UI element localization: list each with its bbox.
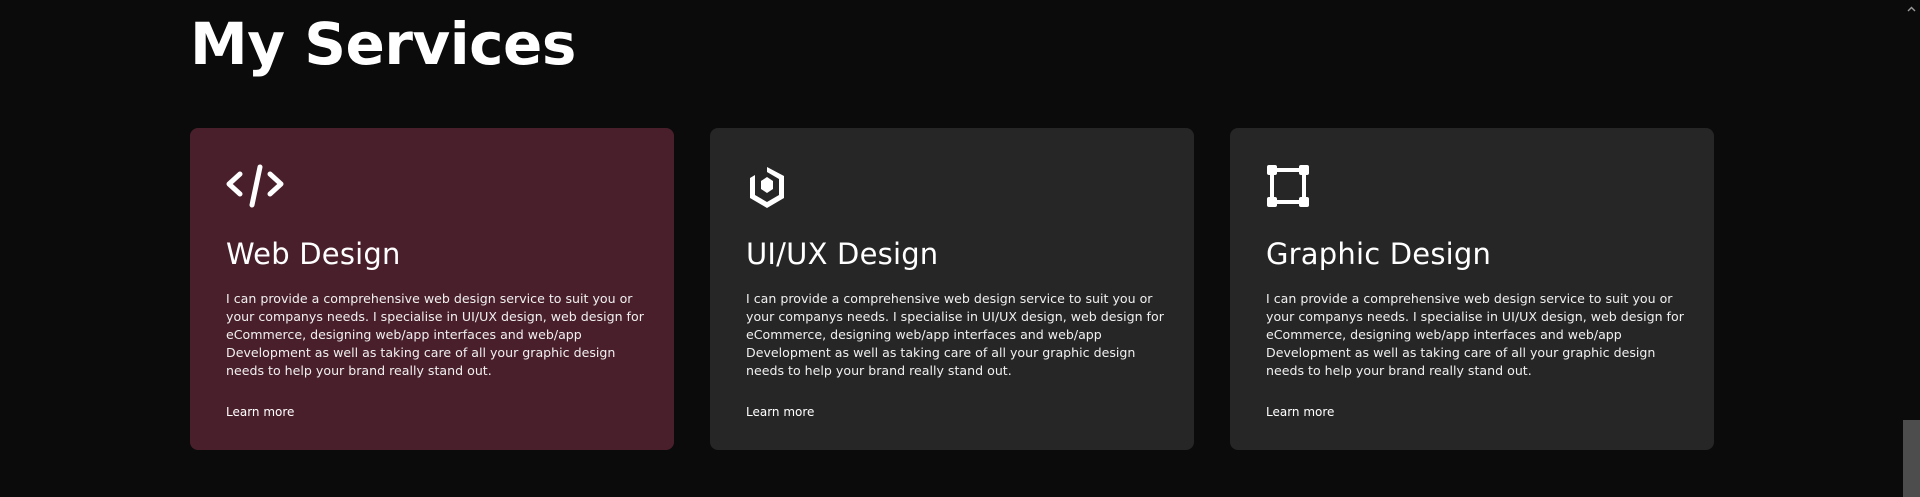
card-description: I can provide a comprehensive web design… [226, 291, 644, 378]
services-cards: Web Design I can provide a comprehensive… [190, 128, 1714, 450]
service-card-web-design[interactable]: Web Design I can provide a comprehensive… [190, 128, 674, 450]
learn-more-link[interactable]: Learn more [226, 404, 294, 420]
scrollbar[interactable] [1903, 0, 1920, 497]
uiux-cube-icon [746, 164, 804, 210]
service-card-graphic-design[interactable]: Graphic Design I can provide a comprehen… [1230, 128, 1714, 450]
service-card-uiux-design[interactable]: UI/UX Design I can provide a comprehensi… [710, 128, 1194, 450]
card-description: I can provide a comprehensive web design… [1266, 291, 1684, 378]
card-title: UI/UX Design [746, 237, 939, 271]
code-icon [226, 164, 284, 210]
learn-more-link[interactable]: Learn more [746, 404, 814, 420]
card-title: Graphic Design [1266, 237, 1492, 271]
card-title: Web Design [226, 237, 401, 271]
chevron-up-icon[interactable] [1903, 0, 1920, 17]
scrollbar-thumb[interactable] [1903, 420, 1920, 497]
card-description: I can provide a comprehensive web design… [746, 291, 1164, 378]
vector-square-icon [1266, 164, 1324, 210]
services-page: My Services Web Design I can provide a c… [0, 0, 1920, 497]
section-title: My Services [190, 10, 576, 78]
learn-more-link[interactable]: Learn more [1266, 404, 1334, 420]
